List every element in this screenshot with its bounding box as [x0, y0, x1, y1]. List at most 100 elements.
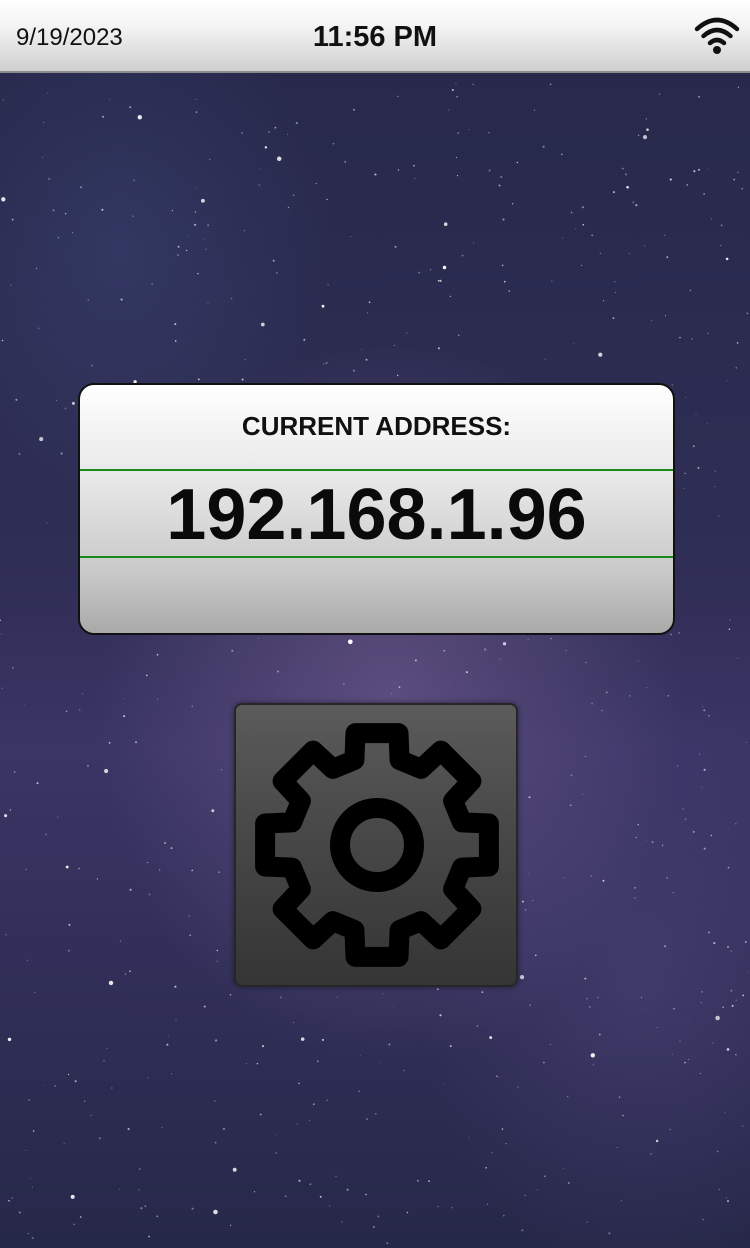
star	[197, 272, 199, 275]
star	[645, 118, 648, 120]
star	[188, 234, 190, 236]
star	[646, 687, 648, 689]
settings-button[interactable]	[234, 703, 518, 987]
star	[457, 132, 460, 134]
star	[516, 161, 519, 164]
star	[566, 1095, 569, 1098]
star	[642, 135, 648, 140]
star	[67, 1073, 70, 1076]
star	[597, 996, 599, 999]
star	[7, 1037, 12, 1042]
star	[170, 847, 173, 850]
star	[103, 1060, 105, 1062]
star	[18, 453, 21, 455]
star	[491, 1152, 493, 1153]
star	[216, 960, 218, 963]
star	[701, 786, 703, 788]
star	[650, 1153, 652, 1155]
star	[35, 267, 38, 270]
star	[585, 661, 587, 664]
star	[725, 1197, 727, 1199]
star	[315, 182, 318, 185]
star	[730, 950, 732, 952]
status-time: 11:56 PM	[312, 21, 438, 53]
star	[214, 1141, 217, 1144]
star	[87, 764, 89, 767]
star	[620, 1200, 622, 1202]
star	[707, 167, 709, 169]
star	[725, 257, 729, 261]
star	[344, 160, 347, 163]
star	[416, 1179, 419, 1182]
star	[414, 177, 416, 180]
star	[692, 445, 695, 448]
star	[706, 423, 708, 424]
star	[714, 485, 716, 488]
star	[216, 949, 219, 952]
star	[391, 693, 393, 695]
star	[98, 1137, 101, 1140]
star	[321, 1038, 324, 1041]
star	[702, 1218, 704, 1221]
star	[655, 1139, 659, 1143]
star	[501, 264, 504, 267]
star	[592, 1064, 594, 1066]
star	[461, 254, 464, 257]
star	[393, 345, 395, 346]
star	[529, 1004, 531, 1006]
star	[177, 245, 180, 248]
star	[742, 1125, 744, 1127]
star	[386, 1242, 389, 1244]
star	[442, 265, 447, 270]
star	[275, 1134, 277, 1136]
star	[359, 1055, 361, 1057]
star	[393, 1005, 395, 1007]
star	[567, 1182, 570, 1184]
star	[11, 666, 14, 669]
star	[744, 941, 747, 943]
star	[726, 380, 728, 382]
current-address-label: CURRENT ADDRESS:	[241, 411, 512, 441]
star	[151, 283, 153, 285]
star	[692, 830, 695, 833]
star	[214, 1100, 216, 1102]
star	[501, 1128, 504, 1130]
star	[397, 169, 400, 171]
star	[472, 83, 474, 85]
star	[358, 1090, 360, 1092]
star	[48, 178, 50, 180]
star	[449, 1045, 452, 1048]
star	[687, 1058, 689, 1060]
star	[191, 705, 194, 708]
star	[166, 1043, 169, 1046]
star	[229, 993, 232, 996]
star	[588, 1005, 591, 1008]
star	[231, 649, 234, 652]
star	[563, 877, 565, 879]
star	[111, 1087, 113, 1089]
star	[528, 796, 531, 799]
star	[80, 186, 82, 189]
star	[377, 1215, 380, 1218]
star	[366, 1118, 368, 1120]
star	[578, 1039, 580, 1041]
star	[697, 466, 700, 469]
star	[365, 1193, 367, 1196]
star	[42, 1084, 44, 1086]
star	[195, 99, 197, 100]
star	[189, 934, 192, 937]
star	[591, 234, 593, 236]
star	[323, 363, 325, 365]
star	[413, 164, 415, 167]
star	[451, 1206, 453, 1209]
star	[663, 234, 666, 237]
star	[533, 109, 536, 112]
star	[616, 1147, 618, 1148]
star	[259, 1113, 262, 1116]
star	[18, 1211, 21, 1214]
star	[683, 488, 685, 490]
star	[437, 347, 440, 350]
star	[666, 876, 669, 880]
star	[11, 1197, 13, 1199]
star	[327, 284, 329, 286]
